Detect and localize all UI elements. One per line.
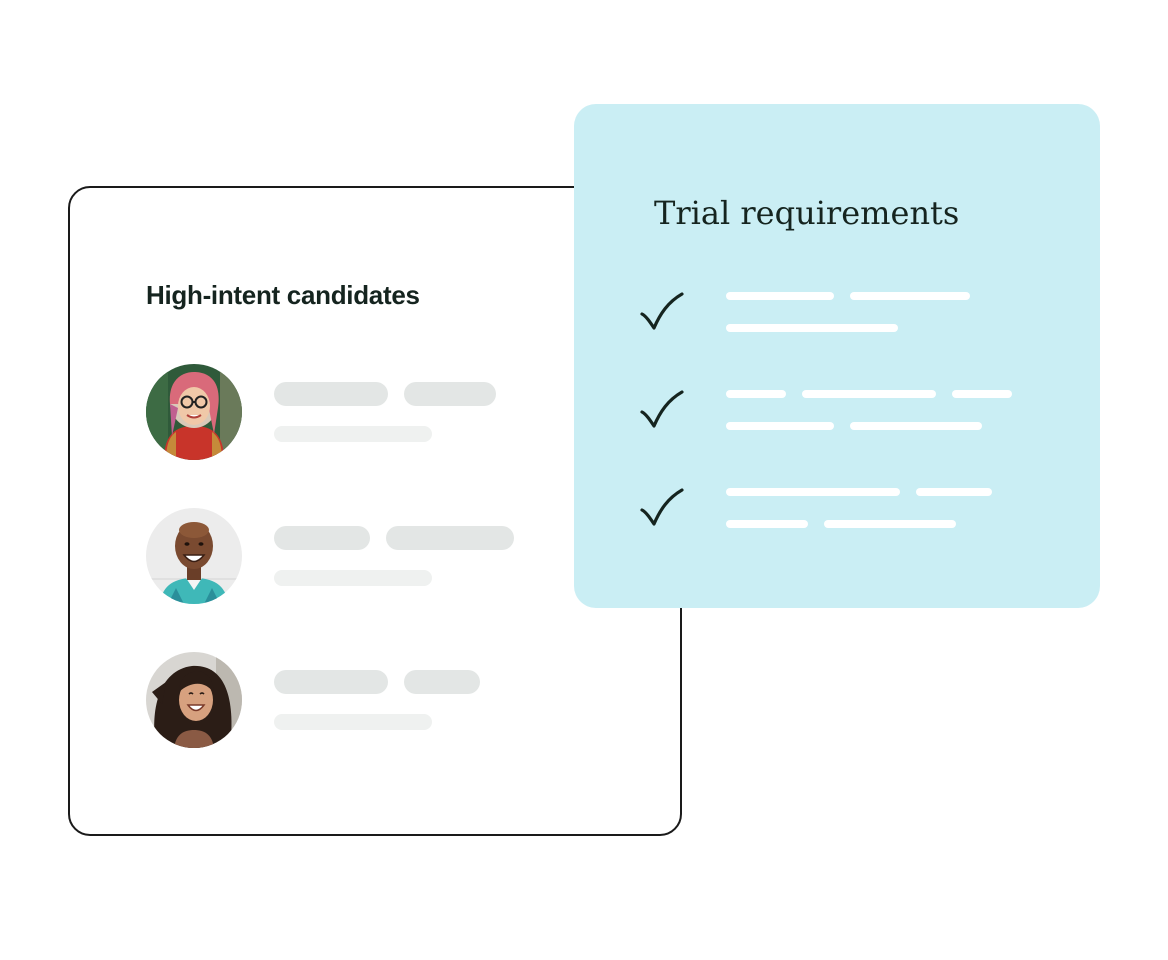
requirement-bar xyxy=(916,488,992,496)
placeholder-bar xyxy=(274,570,432,586)
placeholder-bar xyxy=(274,670,388,694)
avatar-man-smiling-icon xyxy=(146,508,242,604)
placeholder-bar xyxy=(274,714,432,730)
requirement-bar xyxy=(726,520,808,528)
requirement-item xyxy=(638,390,1058,450)
candidate-row[interactable] xyxy=(146,508,566,604)
avatar-woman-laughing-icon xyxy=(146,652,242,748)
candidate-row[interactable] xyxy=(146,364,566,460)
requirement-item xyxy=(638,488,1058,548)
placeholder-bar xyxy=(386,526,514,550)
requirement-bar xyxy=(802,390,936,398)
checkmark-icon xyxy=(640,390,684,428)
avatar-woman-glasses-icon xyxy=(146,364,242,460)
requirement-bar xyxy=(726,422,834,430)
requirement-bar xyxy=(952,390,1012,398)
requirement-bar xyxy=(726,390,786,398)
requirement-item xyxy=(638,292,1058,352)
checkmark-icon xyxy=(640,292,684,330)
requirement-bar xyxy=(726,324,898,332)
candidate-row[interactable] xyxy=(146,652,566,748)
requirement-bar xyxy=(824,520,956,528)
placeholder-bar xyxy=(274,526,370,550)
requirement-bar xyxy=(726,488,900,496)
placeholder-bar xyxy=(274,426,432,442)
placeholder-bar xyxy=(404,382,496,406)
requirement-bar xyxy=(850,422,982,430)
requirements-card: Trial requirements xyxy=(574,104,1100,608)
checkmark-icon xyxy=(640,488,684,526)
placeholder-bar xyxy=(274,382,388,406)
candidates-title: High-intent candidates xyxy=(146,280,420,310)
requirements-title: Trial requirements xyxy=(654,194,960,232)
placeholder-bar xyxy=(404,670,480,694)
requirement-bar xyxy=(850,292,970,300)
requirement-bar xyxy=(726,292,834,300)
illustration: High-intent candidates Trial requirement… xyxy=(0,0,1168,960)
